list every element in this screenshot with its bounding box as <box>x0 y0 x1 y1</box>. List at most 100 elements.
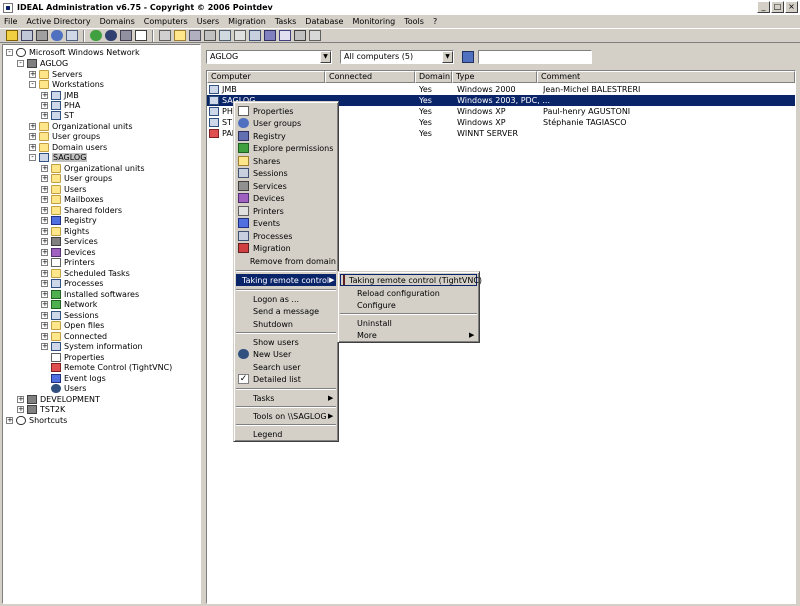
expand-toggle[interactable]: + <box>29 122 36 130</box>
collapse-toggle[interactable]: - <box>29 153 36 161</box>
expand-toggle[interactable]: + <box>41 258 48 266</box>
table-row[interactable]: JMB Yes Windows 2000 Jean-Michel BALESTR… <box>207 84 795 95</box>
tree-node-aglog[interactable]: - AGLOG <box>17 58 68 68</box>
menu-item-show-users[interactable]: Show users <box>236 336 336 348</box>
tree-node-saglog-child[interactable]: + Registry <box>41 215 97 225</box>
tree-node-saglog-child[interactable]: + Services <box>41 236 98 246</box>
column-header-connected[interactable]: Connected <box>325 71 415 83</box>
expand-toggle[interactable]: + <box>29 132 36 140</box>
tree-node-saglog-child[interactable]: + Open files <box>41 320 104 330</box>
chevron-down-icon[interactable]: ▼ <box>320 51 331 63</box>
help-icon[interactable] <box>6 30 18 41</box>
network-tree[interactable]: - Microsoft Windows Network - AGLOG + Serve… <box>2 44 201 604</box>
menu-domains[interactable]: Domains <box>100 17 135 26</box>
tree-node-development[interactable]: + DEVELOPMENT <box>17 394 100 404</box>
tree-node-saglog-child[interactable]: + Rights <box>41 226 89 236</box>
menu-users[interactable]: Users <box>197 17 219 26</box>
tree-node-saglog-child[interactable]: + Mailboxes <box>41 194 104 204</box>
collapse-toggle[interactable]: - <box>6 48 13 56</box>
expand-toggle[interactable]: + <box>41 111 48 119</box>
menu-file[interactable]: File <box>4 17 17 26</box>
tree-node-st[interactable]: + ST <box>41 110 74 120</box>
maximize-button[interactable]: □ <box>771 1 784 13</box>
menu-item-search-user[interactable]: Search user <box>236 361 336 373</box>
expand-toggle[interactable]: + <box>41 311 48 319</box>
folder-share-icon[interactable] <box>174 30 186 41</box>
tree-node-saglog[interactable]: - SAGLOG <box>29 152 88 162</box>
tree-node-saglog-child[interactable]: + Connected <box>41 331 107 341</box>
column-header-comment[interactable]: Comment <box>537 71 795 83</box>
menu-computers[interactable]: Computers <box>144 17 188 26</box>
expand-toggle[interactable]: + <box>41 91 48 99</box>
minimize-button[interactable]: _ <box>757 1 770 13</box>
tree-node-saglog-child[interactable]: Event logs <box>51 373 106 383</box>
disk-icon[interactable] <box>36 30 48 41</box>
tree-node-user-groups[interactable]: + User groups <box>29 131 100 141</box>
menu-migration[interactable]: Migration <box>228 17 266 26</box>
tree-node-saglog-child[interactable]: + User groups <box>41 173 112 183</box>
tree-node-saglog-child[interactable]: + Users <box>41 184 86 194</box>
registry-icon[interactable] <box>264 30 276 41</box>
tree-node-pha[interactable]: + PHA <box>41 100 80 110</box>
menu-tools[interactable]: Tools <box>404 17 424 26</box>
menu-item-new-user[interactable]: New User <box>236 348 336 360</box>
user-icon[interactable] <box>51 30 63 41</box>
sessions-icon[interactable] <box>219 30 231 41</box>
menu-item-legend[interactable]: Legend <box>236 428 336 440</box>
menu-item-registry[interactable]: Registry <box>236 130 336 142</box>
chevron-down-icon[interactable]: ▼ <box>442 51 453 63</box>
search-input[interactable] <box>478 50 592 64</box>
services-icon[interactable] <box>189 30 201 41</box>
collapse-toggle[interactable]: - <box>29 80 36 88</box>
workstation-icon[interactable] <box>66 30 78 41</box>
tree-node-saglog-child[interactable]: Remote Control (TightVNC) <box>51 362 172 372</box>
expand-toggle[interactable]: + <box>41 332 48 340</box>
tree-node-saglog-child[interactable]: + Network <box>41 299 97 309</box>
tree-node-saglog-child[interactable]: + Sessions <box>41 310 99 320</box>
menu-help[interactable]: ? <box>433 17 437 26</box>
expand-toggle[interactable]: + <box>41 342 48 350</box>
tree-node-saglog-child[interactable]: + Organizational units <box>41 163 144 173</box>
menu-active-directory[interactable]: Active Directory <box>26 17 90 26</box>
expand-toggle[interactable]: + <box>17 405 24 413</box>
tree-node-jmb[interactable]: + JMB <box>41 90 79 100</box>
menu-item-send-message[interactable]: Send a message <box>236 305 336 317</box>
expand-toggle[interactable]: + <box>41 290 48 298</box>
menu-item-more[interactable]: More ▶ <box>340 329 477 341</box>
process-icon[interactable] <box>249 30 261 41</box>
tree-node-shortcuts[interactable]: + Shortcuts <box>6 415 67 425</box>
menu-item-logon-as[interactable]: Logon as ... <box>236 293 336 305</box>
menu-item-processes[interactable]: Processes <box>236 230 336 242</box>
tree-node-saglog-child[interactable]: + Devices <box>41 247 96 257</box>
column-header-type[interactable]: Type <box>452 71 537 83</box>
expand-toggle[interactable]: + <box>41 269 48 277</box>
expand-toggle[interactable]: + <box>6 416 13 424</box>
devices-icon[interactable] <box>204 30 216 41</box>
expand-toggle[interactable]: + <box>41 279 48 287</box>
column-header-domain[interactable]: Domain <box>415 71 452 83</box>
computer-icon[interactable] <box>21 30 33 41</box>
menu-item-reload-configuration[interactable]: Reload configuration <box>340 287 477 299</box>
menu-monitoring[interactable]: Monitoring <box>352 17 395 26</box>
tree-node-saglog-child[interactable]: + Processes <box>41 278 103 288</box>
tree-node-saglog-child[interactable]: Users <box>51 383 86 393</box>
menu-item-remove-from-domain[interactable]: Remove from domain <box>236 255 336 267</box>
menu-item-migration[interactable]: Migration <box>236 242 336 254</box>
tree-node-saglog-child[interactable]: + Installed softwares <box>41 289 139 299</box>
expand-toggle[interactable]: + <box>17 395 24 403</box>
expand-toggle[interactable]: + <box>41 321 48 329</box>
expand-toggle[interactable]: + <box>29 143 36 151</box>
menu-item-take-control-tightvnc[interactable]: Taking remote control (TightVNC) <box>340 274 482 286</box>
menu-item-tools-on[interactable]: Tools on \\SAGLOG ▶ <box>236 410 336 422</box>
expand-toggle[interactable]: + <box>41 174 48 182</box>
events-icon[interactable] <box>279 30 291 41</box>
tree-node-workstations[interactable]: - Workstations <box>29 79 104 89</box>
column-header-computer[interactable]: Computer <box>207 71 325 83</box>
expand-toggle[interactable]: + <box>41 227 48 235</box>
tree-node-tst2k[interactable]: + TST2K <box>17 404 65 414</box>
wrench-icon[interactable] <box>120 30 132 41</box>
menu-item-devices[interactable]: Devices <box>236 192 336 204</box>
menu-item-configure[interactable]: Configure <box>340 299 477 311</box>
expand-toggle[interactable]: + <box>41 237 48 245</box>
network-icon[interactable] <box>159 30 171 41</box>
